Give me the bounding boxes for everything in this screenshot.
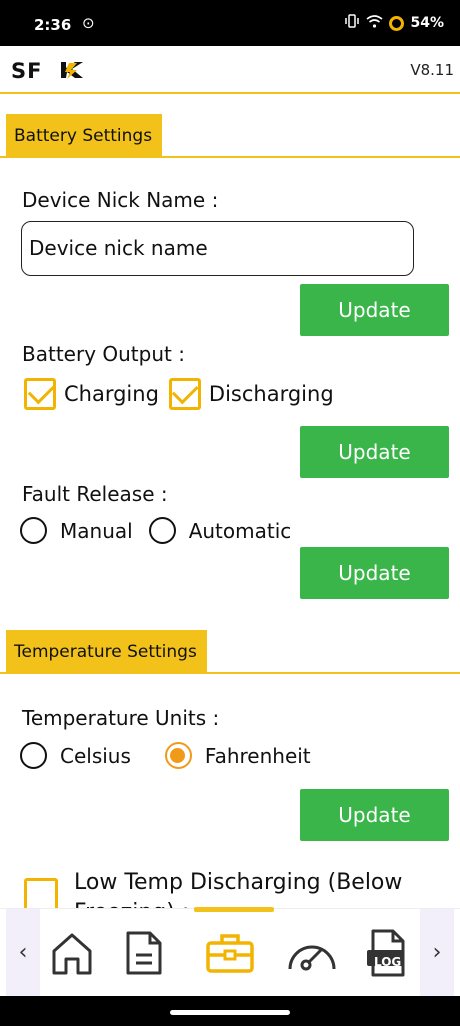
document-icon[interactable] (118, 921, 170, 985)
nick-name-input[interactable]: Device nick name (21, 221, 414, 276)
low-temp-checkbox[interactable] (24, 878, 58, 910)
battery-output-options: Charging Discharging (24, 378, 344, 410)
manual-label: Manual (60, 518, 133, 543)
automatic-label: Automatic (188, 518, 292, 543)
low-temp-label: Low Temp Discharging (Below Freezing) : (74, 870, 403, 910)
wifi-icon (366, 14, 383, 32)
section-title: Battery Settings (6, 114, 163, 158)
update-fault-release-button[interactable]: Update (300, 547, 449, 599)
discharging-label: Discharging (208, 382, 334, 406)
update-nick-name-button[interactable]: Update (300, 284, 449, 336)
svg-text:SF: SF (11, 60, 42, 80)
app-header: SF V8.11 (0, 46, 460, 94)
log-label: LOG (374, 955, 402, 969)
charging-checkbox-item[interactable]: Charging (24, 378, 159, 410)
automatic-radio[interactable] (148, 517, 176, 544)
celsius-radio-item[interactable]: Celsius (20, 742, 131, 769)
celsius-radio[interactable] (20, 742, 47, 769)
nav-prev-arrow-icon[interactable]: ‹ (6, 909, 40, 997)
discharging-checkbox[interactable] (168, 378, 201, 410)
battery-icon (389, 15, 405, 31)
status-time: 2:36 (34, 16, 72, 34)
update-temperature-units-button[interactable]: Update (300, 789, 449, 841)
celsius-label: Celsius (60, 743, 131, 768)
status-indicators: 54% (344, 14, 444, 32)
bottom-nav: ‹ LOG › (0, 908, 460, 997)
update-output-button[interactable]: Update (300, 426, 449, 478)
gesture-bar (0, 996, 460, 1026)
gauge-icon[interactable] (286, 921, 338, 985)
temperature-settings-header: Temperature Settings (0, 630, 460, 674)
nick-name-label: Device Nick Name : (22, 188, 219, 212)
temperature-units-options: Celsius Fahrenheit (20, 742, 311, 769)
nav-next-arrow-icon[interactable]: › (420, 909, 454, 997)
fault-release-label: Fault Release : (22, 482, 168, 506)
section-title: Temperature Settings (6, 630, 207, 674)
discharging-checkbox-item[interactable]: Discharging (168, 378, 334, 410)
battery-output-label: Battery Output : (22, 342, 185, 366)
fault-release-options: Manual Automatic (20, 517, 291, 544)
manual-radio-item[interactable]: Manual (20, 517, 133, 544)
sync-icon: ⊙ (82, 14, 95, 32)
home-icon[interactable] (46, 921, 98, 985)
active-tab-indicator (194, 907, 274, 912)
app-version: V8.11 (410, 61, 454, 79)
battery-percent: 54% (410, 15, 444, 31)
fahrenheit-radio[interactable] (164, 742, 192, 769)
temperature-units-label: Temperature Units : (22, 706, 220, 730)
automatic-radio-item[interactable]: Automatic (148, 517, 292, 544)
log-file-icon[interactable]: LOG (360, 921, 412, 985)
sfk-logo: SF (11, 59, 85, 84)
battery-settings-header: Battery Settings (0, 114, 460, 158)
low-temp-row: Low Temp Discharging (Below Freezing) : (0, 860, 460, 910)
toolbox-icon[interactable] (204, 921, 256, 985)
charging-label: Charging (64, 382, 159, 406)
charging-checkbox[interactable] (24, 378, 56, 410)
manual-radio[interactable] (20, 517, 47, 544)
fahrenheit-label: Fahrenheit (204, 743, 311, 768)
vibrate-icon (344, 14, 360, 32)
status-bar: 2:36 ⊙ 54% (0, 0, 460, 46)
fahrenheit-radio-item[interactable]: Fahrenheit (164, 742, 311, 769)
home-gesture-handle[interactable] (170, 1010, 290, 1015)
